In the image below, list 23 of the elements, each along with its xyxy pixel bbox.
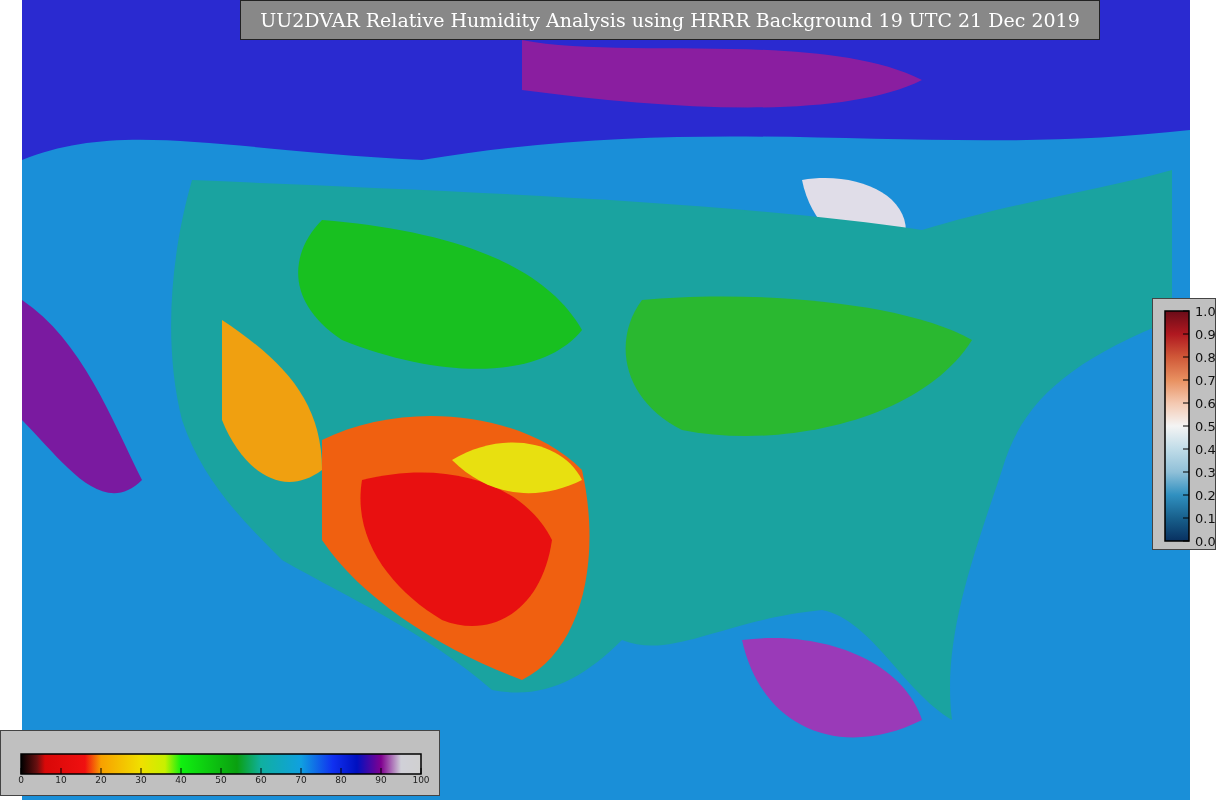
tick-label: 0.9 xyxy=(1195,326,1216,342)
tick-label: 0.8 xyxy=(1195,349,1216,365)
tick-label: 30 xyxy=(135,775,147,786)
tick-label: 0.5 xyxy=(1195,418,1216,434)
tick-label: 100 xyxy=(412,775,430,786)
tick-label: 90 xyxy=(375,775,387,786)
tick-label: 0.7 xyxy=(1195,372,1216,388)
tick-label: 0.4 xyxy=(1195,441,1216,457)
tick-label: 0.2 xyxy=(1195,487,1216,503)
tick-label: 60 xyxy=(255,775,267,786)
tick-label: 0.0 xyxy=(1195,533,1216,549)
tick-label: 0.3 xyxy=(1195,464,1216,480)
tick-label: 0 xyxy=(18,775,24,786)
tick-label: 70 xyxy=(295,775,307,786)
tick-label: 10 xyxy=(55,775,67,786)
map-title: UU2DVAR Relative Humidity Analysis using HRRR Background 19 UTC 21 Dec 2019 xyxy=(240,0,1100,40)
tick-label: 0.6 xyxy=(1195,395,1216,411)
tick-label: 50 xyxy=(215,775,227,786)
tick-label: 80 xyxy=(335,775,347,786)
tick-label: 0.1 xyxy=(1195,510,1216,526)
tick-label: 20 xyxy=(95,775,107,786)
tick-label: 40 xyxy=(175,775,187,786)
tick-label: 1.0 xyxy=(1195,303,1216,319)
